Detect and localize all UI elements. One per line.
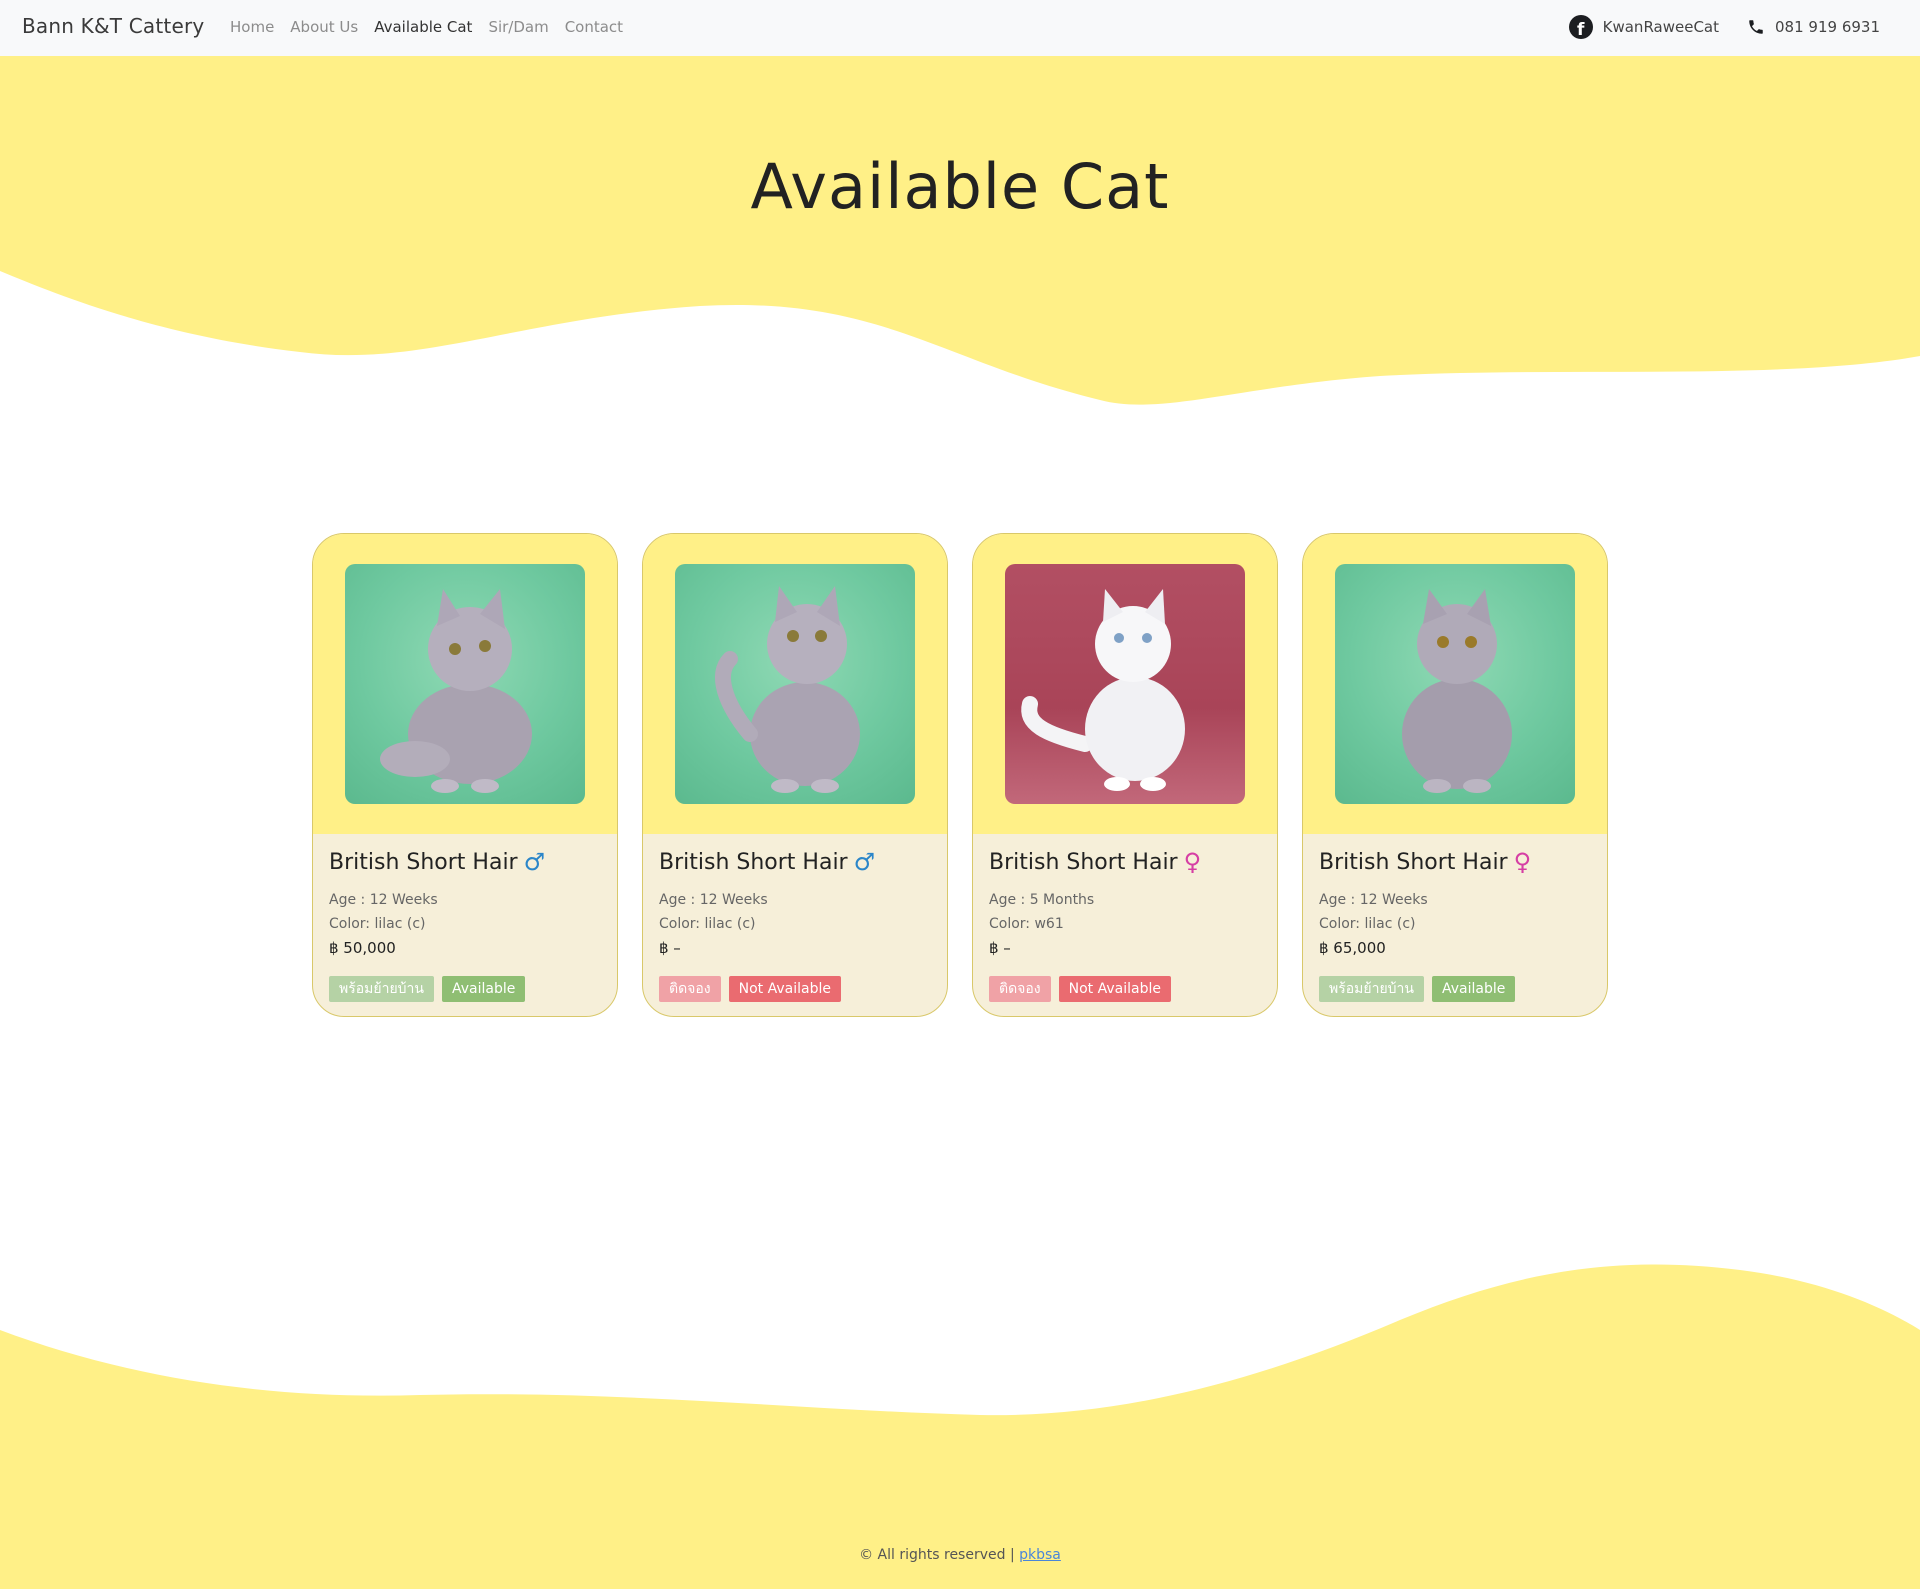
- cat-card[interactable]: British Short Hair ♀ Age : 5 Months Colo…: [972, 533, 1278, 1017]
- cat-age: Age : 5 Months: [989, 892, 1095, 908]
- nav-links: Home About Us Available Cat Sir/Dam Cont…: [230, 18, 623, 36]
- card-title: British Short Hair ♂: [329, 848, 601, 876]
- facebook-name: KwanRaweeCat: [1602, 18, 1720, 36]
- status-badge-thai: พร้อมย้ายบ้าน: [329, 976, 434, 1002]
- phone-icon: [1749, 20, 1763, 34]
- nav-contact-info: f KwanRaweeCat 081 919 6931: [1568, 15, 1880, 39]
- footer-author-link[interactable]: pkbsa: [1019, 1547, 1061, 1563]
- card-photo-area: [973, 534, 1277, 834]
- card-photo-area: [313, 534, 617, 834]
- footer-copyright: © All rights reserved |: [859, 1547, 1020, 1563]
- cat-color: Color: w61: [989, 916, 1064, 932]
- card-title: British Short Hair ♂: [659, 848, 931, 876]
- cat-photo: [675, 564, 915, 804]
- card-body: British Short Hair ♀ Age : 5 Months Colo…: [973, 834, 1277, 1002]
- nav-contact-link[interactable]: Contact: [565, 18, 623, 36]
- card-title: British Short Hair ♀: [1319, 848, 1591, 876]
- card-photo-area: [1303, 534, 1607, 834]
- nav-home-link[interactable]: Home: [230, 18, 274, 36]
- male-icon: ♂: [853, 848, 876, 876]
- kitten-image: [380, 589, 532, 793]
- cat-photo: [345, 564, 585, 804]
- brand-link[interactable]: Bann K&T Cattery: [22, 14, 204, 38]
- card-photo-area: [643, 534, 947, 834]
- status-badges: พร้อมย้ายบ้าน Available: [329, 976, 601, 1002]
- nav-available-cat-link[interactable]: Available Cat: [374, 18, 472, 36]
- facebook-link[interactable]: f KwanRaweeCat: [1568, 15, 1720, 39]
- hero-wave-background: [0, 56, 1920, 405]
- status-badges: ติดจอง Not Available: [989, 976, 1261, 1002]
- cat-breed: British Short Hair: [1319, 849, 1508, 875]
- cat-color: Color: lilac (c): [1319, 916, 1416, 932]
- status-badge: Not Available: [1058, 976, 1171, 1002]
- status-badge: Not Available: [728, 976, 841, 1002]
- cat-breed: British Short Hair: [989, 849, 1178, 875]
- kitten-image: [1402, 589, 1512, 793]
- cat-age: Age : 12 Weeks: [659, 892, 768, 908]
- cat-age: Age : 12 Weeks: [1319, 892, 1428, 908]
- cat-price: ฿ –: [989, 939, 1011, 957]
- status-badge: Available: [441, 976, 526, 1002]
- cat-photo: [1005, 564, 1245, 804]
- status-badge: Available: [1431, 976, 1516, 1002]
- cat-cards: British Short Hair ♂ Age : 12 Weeks Colo…: [312, 533, 1608, 1017]
- female-icon: ♀: [1183, 848, 1202, 876]
- cat-color: Color: lilac (c): [659, 916, 756, 932]
- cat-price: ฿ –: [659, 939, 681, 957]
- cat-color: Color: lilac (c): [329, 916, 426, 932]
- phone-link[interactable]: 081 919 6931: [1747, 18, 1880, 36]
- card-title: British Short Hair ♀: [989, 848, 1261, 876]
- male-icon: ♂: [523, 848, 546, 876]
- cat-breed: British Short Hair: [329, 849, 518, 875]
- card-body: British Short Hair ♂ Age : 12 Weeks Colo…: [313, 834, 617, 1002]
- cat-photo: [1335, 564, 1575, 804]
- kitten-image: [1021, 589, 1185, 791]
- card-body: British Short Hair ♂ Age : 12 Weeks Colo…: [643, 834, 947, 1002]
- nav-sir-dam-link[interactable]: Sir/Dam: [488, 18, 548, 36]
- footer: © All rights reserved | pkbsa: [0, 1547, 1920, 1563]
- status-badge-thai: พร้อมย้ายบ้าน: [1319, 976, 1424, 1002]
- navbar: Bann K&T Cattery Home About Us Available…: [0, 0, 1920, 56]
- nav-about-link[interactable]: About Us: [290, 18, 358, 36]
- status-badge-thai: ติดจอง: [659, 976, 721, 1002]
- cat-breed: British Short Hair: [659, 849, 848, 875]
- status-badges: ติดจอง Not Available: [659, 976, 931, 1002]
- page-title: Available Cat: [750, 150, 1170, 223]
- kitten-image: [714, 586, 860, 793]
- cat-card[interactable]: British Short Hair ♂ Age : 12 Weeks Colo…: [312, 533, 618, 1017]
- cat-card[interactable]: British Short Hair ♂ Age : 12 Weeks Colo…: [642, 533, 948, 1017]
- status-badge-thai: ติดจอง: [989, 976, 1051, 1002]
- phone-number: 081 919 6931: [1775, 18, 1880, 36]
- card-body: British Short Hair ♀ Age : 12 Weeks Colo…: [1303, 834, 1607, 1002]
- facebook-icon: f: [1568, 15, 1593, 39]
- cat-price: ฿ 50,000: [329, 939, 396, 957]
- cat-age: Age : 12 Weeks: [329, 892, 438, 908]
- cat-price: ฿ 65,000: [1319, 939, 1386, 957]
- female-icon: ♀: [1513, 848, 1532, 876]
- cat-card[interactable]: British Short Hair ♀ Age : 12 Weeks Colo…: [1302, 533, 1608, 1017]
- status-badges: พร้อมย้ายบ้าน Available: [1319, 976, 1591, 1002]
- footer-wave-background: [0, 1264, 1920, 1589]
